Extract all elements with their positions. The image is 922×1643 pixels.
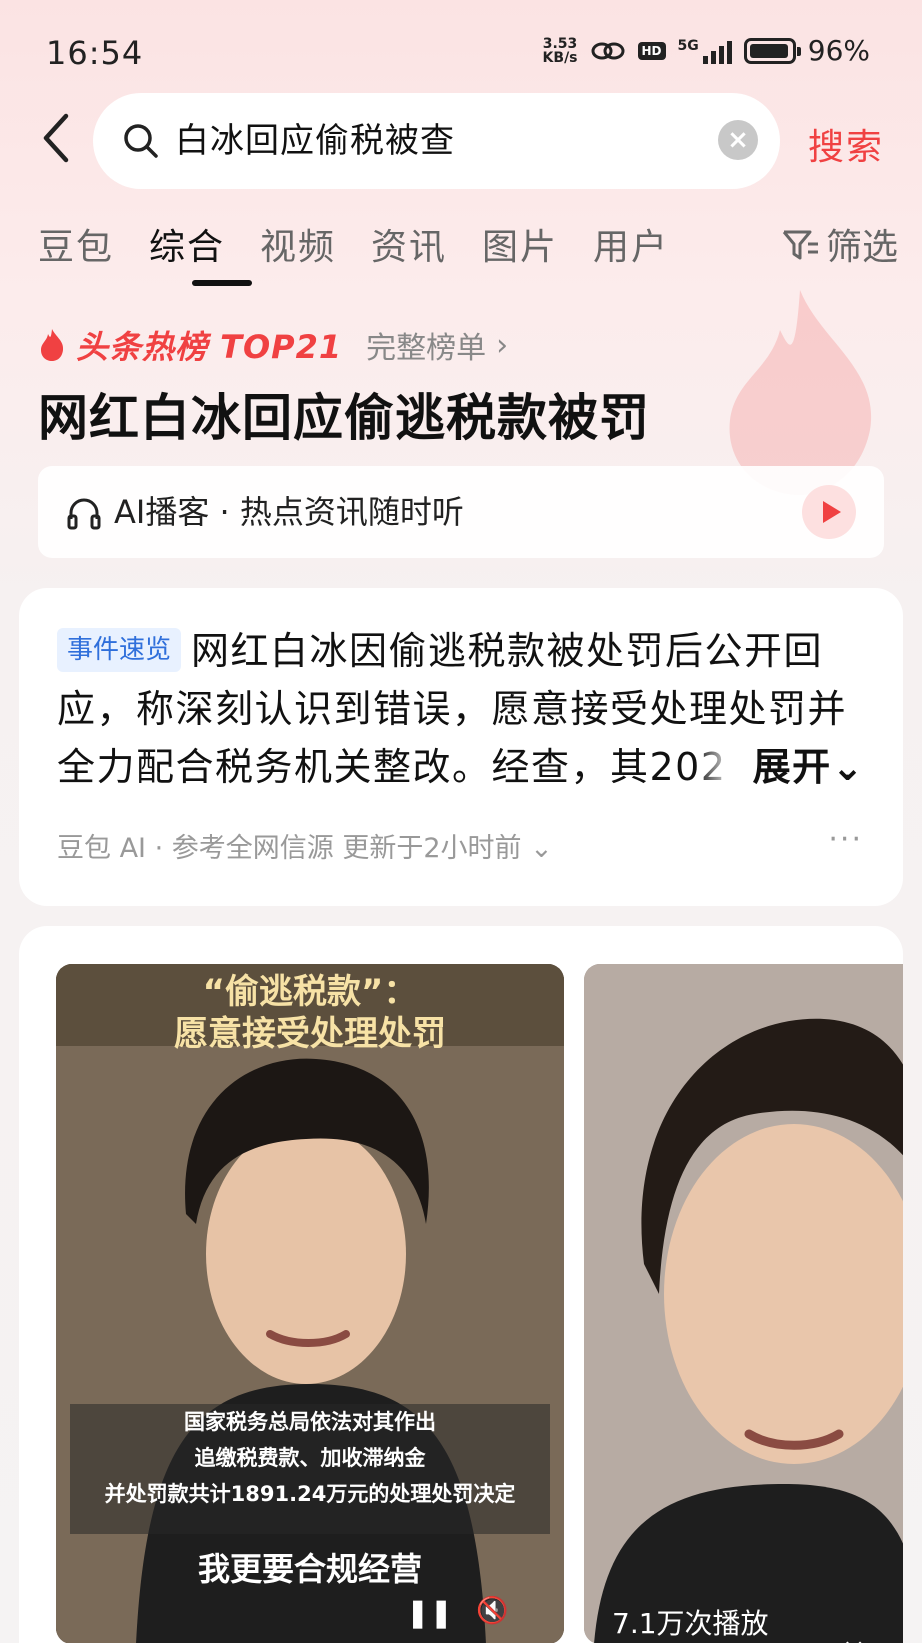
hd-badge: HD xyxy=(637,41,666,60)
more-icon[interactable]: ··· xyxy=(828,822,863,857)
person-illustration xyxy=(56,964,564,1643)
full-list-link[interactable]: 完整榜单 xyxy=(366,323,486,367)
net-speed: 3.53 KB/s xyxy=(542,35,578,66)
flame-icon xyxy=(41,329,64,361)
signal-icon xyxy=(702,38,732,64)
tab-general[interactable]: 综合 xyxy=(149,218,225,270)
play-icon[interactable] xyxy=(802,485,856,539)
tab-news[interactable]: 资讯 xyxy=(371,218,447,270)
search-input[interactable]: 白冰回应偷税被查 × xyxy=(93,93,780,189)
mute-icon[interactable]: 🔇 xyxy=(476,1596,508,1626)
event-tag: 事件速览 xyxy=(57,628,182,672)
video-subtitle-box: 国家税务总局依法对其作出 追缴税费款、加收滞纳金 并处罚款共计1891.24万元… xyxy=(70,1404,550,1534)
filter-button[interactable]: 筛选 xyxy=(780,218,898,270)
back-arrow-icon[interactable] xyxy=(38,112,78,164)
tab-bar: 豆包 综合 视频 资讯 图片 用户 筛选 xyxy=(38,218,898,288)
tab-doubao[interactable]: 豆包 xyxy=(38,218,114,270)
battery-percent: 96% xyxy=(807,34,870,67)
hot-rank-label: 头条热榜 TOP21 xyxy=(76,328,343,366)
status-time: 16:54 xyxy=(46,34,144,72)
video-thumbnail-2[interactable]: 7.1万次播放 × xyxy=(584,964,903,1643)
hot-rank-row[interactable]: 头条热榜 TOP21 完整榜单 › xyxy=(38,322,508,368)
filter-label: 筛选 xyxy=(825,227,898,268)
chevron-right-icon: › xyxy=(496,327,509,363)
search-button[interactable]: 搜索 xyxy=(808,118,884,170)
person-illustration-2 xyxy=(584,964,903,1643)
summary-text: 事件速览 网红白冰因偷逃税款被处罚后公开回 应，称深刻认识到错误，愿意接受处理处罚… xyxy=(57,622,865,796)
battery-icon xyxy=(743,37,801,64)
video-title-banner: “偷逃税款”： 愿意接受处理处罚 xyxy=(56,964,564,1054)
expand-button[interactable]: 展开⌄ xyxy=(695,738,865,796)
video-subtitle-big: 我更要合规经营 xyxy=(197,1550,422,1588)
video-thumbnail-1[interactable]: “偷逃税款”： 愿意接受处理处罚 国家税务总局依法对其作出 追缴税费款、加收滞纳… xyxy=(56,964,564,1643)
clear-icon[interactable]: × xyxy=(718,120,758,160)
ai-podcast-bar[interactable]: AI播客 · 热点资讯随时听 xyxy=(38,466,884,558)
tab-users[interactable]: 用户 xyxy=(593,218,669,270)
event-summary-card: 事件速览 网红白冰因偷逃税款被处罚后公开回 应，称深刻认识到错误，愿意接受处理处罚… xyxy=(19,588,903,906)
play-count: 7.1万次播放 xyxy=(612,1607,769,1640)
headphones-icon xyxy=(67,498,101,530)
video-carousel: “偷逃税款”： 愿意接受处理处罚 国家税务总局依法对其作出 追缴税费款、加收滞纳… xyxy=(19,926,903,1643)
close-icon[interactable]: × xyxy=(842,1632,865,1643)
search-query[interactable]: 白冰回应偷税被查 xyxy=(175,93,455,189)
filter-icon xyxy=(782,230,818,260)
status-bar: 16:54 3.53 KB/s HD 5G 96% xyxy=(0,0,922,100)
status-icons: 3.53 KB/s HD 5G 96% xyxy=(543,34,870,67)
active-tab-indicator xyxy=(192,280,252,286)
network-type: 5G xyxy=(677,37,699,54)
podcast-label: AI播客 · 热点资讯随时听 xyxy=(114,493,464,531)
link-icon xyxy=(591,42,625,59)
pause-icon[interactable]: ❚❚ xyxy=(406,1596,453,1629)
summary-source[interactable]: 豆包 AI · 参考全网信源 更新于2小时前 ⌄ xyxy=(57,826,553,865)
signal-group: 5G xyxy=(678,38,732,64)
tab-video[interactable]: 视频 xyxy=(260,218,336,270)
search-icon xyxy=(124,124,158,158)
page-title: 网红白冰回应偷逃税款被罚 xyxy=(38,389,650,447)
tab-images[interactable]: 图片 xyxy=(482,218,558,270)
